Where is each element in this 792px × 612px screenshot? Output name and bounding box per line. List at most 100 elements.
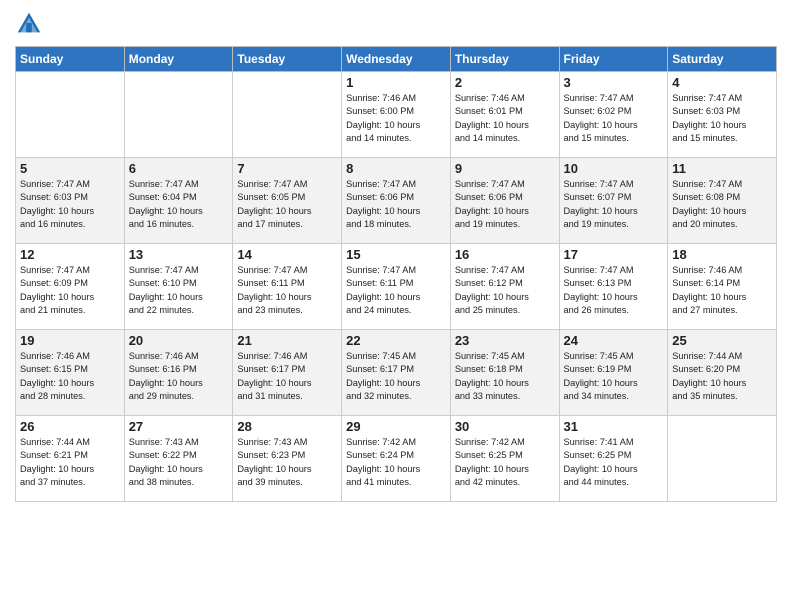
day-info: Sunrise: 7:47 AM Sunset: 6:03 PM Dayligh… xyxy=(672,92,772,145)
day-number: 8 xyxy=(346,161,446,176)
day-number: 6 xyxy=(129,161,229,176)
day-info: Sunrise: 7:47 AM Sunset: 6:06 PM Dayligh… xyxy=(455,178,555,231)
day-header-monday: Monday xyxy=(124,47,233,72)
calendar-cell xyxy=(233,72,342,158)
calendar-cell: 14Sunrise: 7:47 AM Sunset: 6:11 PM Dayli… xyxy=(233,244,342,330)
logo-icon xyxy=(15,10,43,38)
calendar-cell: 16 Sunrise: 7:47 AM Sunset: 6:12 PM Dayli… xyxy=(450,244,559,330)
day-info: Sunrise: 7:46 AM Sunset: 6:00 PM Dayligh… xyxy=(346,92,446,145)
calendar-week-row: 26 Sunrise: 7:44 AM Sunset: 6:21 PM Dayli… xyxy=(16,416,777,502)
calendar-header-row: SundayMondayTuesdayWednesdayThursdayFrid… xyxy=(16,47,777,72)
day-number: 10 xyxy=(564,161,664,176)
calendar-week-row: 12 Sunrise: 7:47 AM Sunset: 6:09 PM Dayli… xyxy=(16,244,777,330)
day-header-thursday: Thursday xyxy=(450,47,559,72)
day-info: Sunrise: 7:46 AM Sunset: 6:14 PM Dayligh… xyxy=(672,264,772,317)
calendar-week-row: 19 Sunrise: 7:46 AM Sunset: 6:15 PM Dayli… xyxy=(16,330,777,416)
calendar-cell xyxy=(16,72,125,158)
day-number: 31 xyxy=(564,419,664,434)
day-info: Sunrise: 7:44 AM Sunset: 6:21 PM Dayligh… xyxy=(20,436,120,489)
calendar-cell: 25 Sunrise: 7:44 AM Sunset: 6:20 PM Dayli… xyxy=(668,330,777,416)
page: SundayMondayTuesdayWednesdayThursdayFrid… xyxy=(0,0,792,512)
calendar-week-row: 5Sunrise: 7:47 AM Sunset: 6:03 PM Daylig… xyxy=(16,158,777,244)
day-header-saturday: Saturday xyxy=(668,47,777,72)
day-number: 7 xyxy=(237,161,337,176)
day-header-tuesday: Tuesday xyxy=(233,47,342,72)
day-info: Sunrise: 7:45 AM Sunset: 6:17 PM Dayligh… xyxy=(346,350,446,403)
day-info: Sunrise: 7:47 AM Sunset: 6:07 PM Dayligh… xyxy=(564,178,664,231)
day-info: Sunrise: 7:47 AM Sunset: 6:08 PM Dayligh… xyxy=(672,178,772,231)
day-number: 26 xyxy=(20,419,120,434)
day-number: 16 xyxy=(455,247,555,262)
calendar-cell xyxy=(124,72,233,158)
day-number: 22 xyxy=(346,333,446,348)
calendar-cell: 29 Sunrise: 7:42 AM Sunset: 6:24 PM Dayli… xyxy=(342,416,451,502)
day-info: Sunrise: 7:47 AM Sunset: 6:13 PM Dayligh… xyxy=(564,264,664,317)
day-number: 15 xyxy=(346,247,446,262)
calendar-cell: 17Sunrise: 7:47 AM Sunset: 6:13 PM Dayli… xyxy=(559,244,668,330)
day-info: Sunrise: 7:47 AM Sunset: 6:02 PM Dayligh… xyxy=(564,92,664,145)
calendar-cell: 8 Sunrise: 7:47 AM Sunset: 6:06 PM Daylig… xyxy=(342,158,451,244)
day-info: Sunrise: 7:45 AM Sunset: 6:19 PM Dayligh… xyxy=(564,350,664,403)
calendar-cell: 3 Sunrise: 7:47 AM Sunset: 6:02 PM Daylig… xyxy=(559,72,668,158)
day-info: Sunrise: 7:43 AM Sunset: 6:22 PM Dayligh… xyxy=(129,436,229,489)
day-number: 21 xyxy=(237,333,337,348)
day-number: 25 xyxy=(672,333,772,348)
day-number: 18 xyxy=(672,247,772,262)
calendar-cell: 19 Sunrise: 7:46 AM Sunset: 6:15 PM Dayli… xyxy=(16,330,125,416)
day-number: 1 xyxy=(346,75,446,90)
day-number: 28 xyxy=(237,419,337,434)
calendar-cell: 9 Sunrise: 7:47 AM Sunset: 6:06 PM Daylig… xyxy=(450,158,559,244)
day-number: 27 xyxy=(129,419,229,434)
logo xyxy=(15,10,45,38)
day-header-wednesday: Wednesday xyxy=(342,47,451,72)
calendar-cell: 5Sunrise: 7:47 AM Sunset: 6:03 PM Daylig… xyxy=(16,158,125,244)
calendar-cell: 2Sunrise: 7:46 AM Sunset: 6:01 PM Daylig… xyxy=(450,72,559,158)
day-number: 9 xyxy=(455,161,555,176)
day-number: 30 xyxy=(455,419,555,434)
day-info: Sunrise: 7:47 AM Sunset: 6:06 PM Dayligh… xyxy=(346,178,446,231)
calendar-cell: 6Sunrise: 7:47 AM Sunset: 6:04 PM Daylig… xyxy=(124,158,233,244)
day-number: 24 xyxy=(564,333,664,348)
day-info: Sunrise: 7:47 AM Sunset: 6:11 PM Dayligh… xyxy=(346,264,446,317)
calendar-cell: 22 Sunrise: 7:45 AM Sunset: 6:17 PM Dayli… xyxy=(342,330,451,416)
calendar-cell: 27 Sunrise: 7:43 AM Sunset: 6:22 PM Dayli… xyxy=(124,416,233,502)
calendar-cell: 15 Sunrise: 7:47 AM Sunset: 6:11 PM Dayli… xyxy=(342,244,451,330)
day-number: 3 xyxy=(564,75,664,90)
calendar-cell: 21 Sunrise: 7:46 AM Sunset: 6:17 PM Dayli… xyxy=(233,330,342,416)
calendar-week-row: 1 Sunrise: 7:46 AM Sunset: 6:00 PM Daylig… xyxy=(16,72,777,158)
calendar-cell: 4 Sunrise: 7:47 AM Sunset: 6:03 PM Daylig… xyxy=(668,72,777,158)
day-info: Sunrise: 7:47 AM Sunset: 6:10 PM Dayligh… xyxy=(129,264,229,317)
day-info: Sunrise: 7:47 AM Sunset: 6:12 PM Dayligh… xyxy=(455,264,555,317)
calendar-cell: 30 Sunrise: 7:42 AM Sunset: 6:25 PM Dayli… xyxy=(450,416,559,502)
day-number: 12 xyxy=(20,247,120,262)
day-info: Sunrise: 7:41 AM Sunset: 6:25 PM Dayligh… xyxy=(564,436,664,489)
calendar-cell xyxy=(668,416,777,502)
day-number: 2 xyxy=(455,75,555,90)
calendar-cell: 31 Sunrise: 7:41 AM Sunset: 6:25 PM Dayli… xyxy=(559,416,668,502)
day-number: 5 xyxy=(20,161,120,176)
calendar-cell: 13 Sunrise: 7:47 AM Sunset: 6:10 PM Dayli… xyxy=(124,244,233,330)
day-number: 13 xyxy=(129,247,229,262)
calendar: SundayMondayTuesdayWednesdayThursdayFrid… xyxy=(15,46,777,502)
calendar-cell: 7 Sunrise: 7:47 AM Sunset: 6:05 PM Daylig… xyxy=(233,158,342,244)
day-info: Sunrise: 7:47 AM Sunset: 6:09 PM Dayligh… xyxy=(20,264,120,317)
day-info: Sunrise: 7:44 AM Sunset: 6:20 PM Dayligh… xyxy=(672,350,772,403)
day-info: Sunrise: 7:46 AM Sunset: 6:15 PM Dayligh… xyxy=(20,350,120,403)
calendar-cell: 23Sunrise: 7:45 AM Sunset: 6:18 PM Dayli… xyxy=(450,330,559,416)
day-header-sunday: Sunday xyxy=(16,47,125,72)
calendar-cell: 24 Sunrise: 7:45 AM Sunset: 6:19 PM Dayli… xyxy=(559,330,668,416)
day-info: Sunrise: 7:42 AM Sunset: 6:24 PM Dayligh… xyxy=(346,436,446,489)
calendar-cell: 18 Sunrise: 7:46 AM Sunset: 6:14 PM Dayli… xyxy=(668,244,777,330)
calendar-cell: 28Sunrise: 7:43 AM Sunset: 6:23 PM Dayli… xyxy=(233,416,342,502)
day-number: 14 xyxy=(237,247,337,262)
calendar-cell: 12 Sunrise: 7:47 AM Sunset: 6:09 PM Dayli… xyxy=(16,244,125,330)
day-info: Sunrise: 7:47 AM Sunset: 6:05 PM Dayligh… xyxy=(237,178,337,231)
day-number: 23 xyxy=(455,333,555,348)
day-info: Sunrise: 7:42 AM Sunset: 6:25 PM Dayligh… xyxy=(455,436,555,489)
day-info: Sunrise: 7:46 AM Sunset: 6:17 PM Dayligh… xyxy=(237,350,337,403)
calendar-cell: 11Sunrise: 7:47 AM Sunset: 6:08 PM Dayli… xyxy=(668,158,777,244)
day-number: 4 xyxy=(672,75,772,90)
day-number: 19 xyxy=(20,333,120,348)
day-number: 29 xyxy=(346,419,446,434)
calendar-cell: 26 Sunrise: 7:44 AM Sunset: 6:21 PM Dayli… xyxy=(16,416,125,502)
